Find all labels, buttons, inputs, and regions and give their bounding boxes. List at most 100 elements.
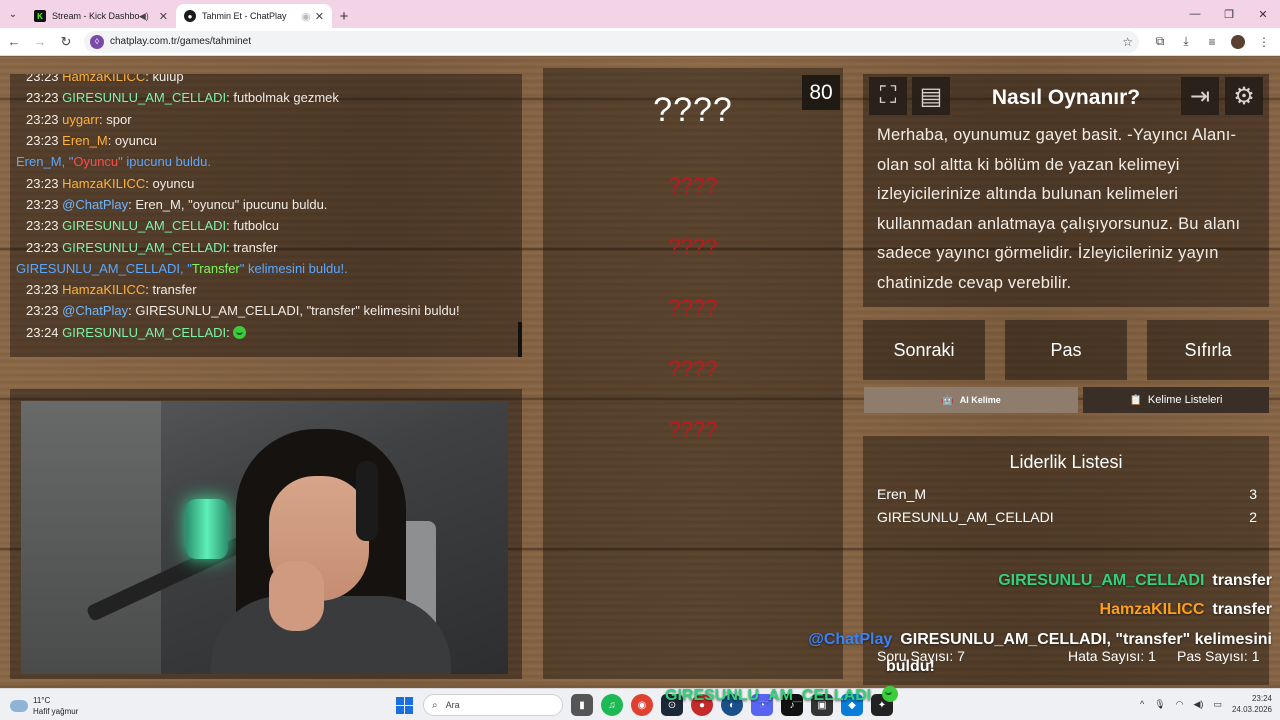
chat-message: 23:23 GIRESUNLU_AM_CELLADI: futbolmak ge… — [26, 87, 516, 108]
address-bar-row: ← → ↻ ◊ chatplay.com.tr/games/tahminet ☆… — [0, 28, 1280, 56]
emote-icon — [881, 686, 898, 702]
chat-username[interactable]: GIRESUNLU_AM_CELLADI — [62, 90, 226, 105]
leader-score: 3 — [1249, 486, 1257, 502]
chat-timestamp: 23:23 — [26, 218, 59, 234]
reload-icon[interactable]: ↻ — [54, 30, 78, 54]
spotify-icon[interactable]: ♫ — [601, 694, 623, 716]
overlay-user: GIRESUNLU_AM_CELLADI — [998, 572, 1205, 589]
more-menu-icon[interactable]: ⋮ — [1251, 34, 1277, 49]
task-view-icon[interactable]: ▮ — [571, 694, 593, 716]
ai-word-button[interactable]: 🤖 AI Kelime — [864, 387, 1078, 413]
system-text: GIRESUNLU_AM_CELLADI, " — [16, 260, 192, 276]
taskbar-search[interactable]: ⌕ Ara — [423, 694, 563, 716]
back-icon[interactable]: ← — [2, 30, 26, 54]
hint-word: ???? — [668, 417, 718, 442]
weather-widget[interactable]: 11°C Hafif yağmur — [10, 695, 78, 717]
overlay-text: GIRESUNLU_AM_CELLADI, "transfer" kelimes… — [900, 631, 1272, 648]
chat-timestamp: 23:23 — [26, 175, 59, 191]
chat-system-message: Eren_M, "Oyuncu" ipucunu buldu. — [16, 151, 516, 172]
chat-timestamp: 23:23 — [26, 239, 59, 255]
reset-button[interactable]: Sıfırla — [1147, 320, 1269, 380]
system-tray: ^ 🎙 ◠ ◀) ▭ 23:24 24.03.2026 — [1130, 693, 1272, 715]
tab-kick-dashboard[interactable]: K Stream - Kick Dashboard ◀) ✕ — [26, 4, 176, 28]
chat-message: 23:23 HamzaKILICC: oyuncu — [26, 173, 516, 194]
clock-date: 24.03.2026 — [1231, 705, 1272, 714]
word-lists-button[interactable]: 📋 Kelime Listeleri — [1083, 387, 1269, 413]
overlay-chat-line: GIRESUNLU_AM_CELLADI transfer — [998, 572, 1272, 590]
game-page: 23:23 HamzaKILICC: kulüp 23:23 GIRESUNLU_… — [0, 57, 1280, 685]
chat-username[interactable]: uygarr — [62, 112, 99, 127]
battery-icon[interactable]: ▭ — [1213, 699, 1222, 710]
wifi-icon[interactable]: ◠ — [1176, 699, 1184, 710]
chat-timestamp: 23:23 — [26, 303, 59, 319]
chat-username[interactable]: HamzaKILICC — [62, 74, 145, 84]
hint-word: ???? — [668, 173, 718, 198]
bookmark-star-icon[interactable]: ☆ — [1122, 35, 1133, 49]
weather-desc: Hafif yağmur — [33, 707, 79, 716]
minimize-icon[interactable]: — — [1178, 0, 1212, 28]
chat-text: : spor — [99, 111, 132, 127]
target-word: ???? — [653, 91, 733, 129]
overlay-user: HamzaKILICC — [1099, 601, 1205, 618]
chat-system-message: GIRESUNLU_AM_CELLADI, "Transfer" kelimes… — [16, 258, 516, 279]
chat-username[interactable]: HamzaKILICC — [62, 176, 145, 191]
new-tab-button[interactable]: + — [332, 4, 356, 28]
reading-list-icon[interactable]: ≡ — [1199, 34, 1225, 49]
url-text: chatplay.com.tr/games/tahminet — [110, 36, 251, 47]
next-button[interactable]: Sonraki — [863, 320, 985, 380]
restore-icon[interactable]: ❐ — [1212, 0, 1246, 28]
chat-message: 23:23 HamzaKILICC: kulüp — [26, 74, 516, 87]
overlay-chat-line-bottom: GIRESUNLU_AM_CELLADI — [665, 686, 898, 705]
hint-word: ???? — [668, 234, 718, 259]
volume-icon[interactable]: ◀) — [1194, 699, 1204, 710]
word-lists-label: Kelime Listeleri — [1147, 394, 1223, 406]
forward-icon[interactable]: → — [28, 30, 52, 54]
pass-button[interactable]: Pas — [1005, 320, 1127, 380]
found-word: Transfer — [191, 260, 240, 276]
chat-username[interactable]: GIRESUNLU_AM_CELLADI — [62, 218, 226, 233]
chat-username[interactable]: GIRESUNLU_AM_CELLADI — [62, 240, 226, 255]
chat-scrollbar[interactable] — [518, 322, 522, 357]
overlay-text: transfer — [1212, 572, 1272, 589]
chat-message: 23:23 uygarr: spor — [26, 109, 516, 130]
chrome-icon[interactable]: ◉ — [631, 694, 653, 716]
tab-chatplay[interactable]: ● Tahmin Et - ChatPlay ◉ ✕ — [176, 4, 332, 28]
leader-name: Eren_M — [877, 486, 927, 502]
url-field[interactable]: ◊ chatplay.com.tr/games/tahminet ☆ — [84, 30, 1139, 53]
mic-icon[interactable]: 🎙 — [1154, 699, 1165, 710]
leader-score: 2 — [1249, 509, 1257, 525]
chat-message: 23:23 @ChatPlay: Eren_M, "oyuncu" ipucun… — [26, 194, 516, 215]
ai-word-label: AI Kelime — [959, 395, 1001, 405]
download-icon[interactable]: ⤓ — [1173, 34, 1199, 49]
chat-message: 23:23 @ChatPlay: GIRESUNLU_AM_CELLADI, "… — [26, 300, 516, 321]
windows-start-icon[interactable] — [393, 694, 415, 716]
extensions-icon[interactable]: ⧉ — [1147, 34, 1173, 49]
chat-username[interactable]: Eren_M — [62, 133, 108, 148]
overlay-chat-line: @ChatPlay GIRESUNLU_AM_CELLADI, "transfer… — [808, 631, 1272, 649]
chat-message: 23:23 HamzaKILICC: transfer — [26, 279, 516, 300]
chat-timestamp: 23:23 — [26, 196, 59, 212]
cloud-rain-icon — [10, 700, 28, 712]
chat-timestamp: 23:24 — [26, 324, 59, 340]
chat-timestamp: 23:23 — [26, 282, 59, 298]
settings-gear-icon[interactable]: ⚙ — [1225, 77, 1263, 115]
clock[interactable]: 23:24 24.03.2026 — [1232, 693, 1272, 715]
leaderboard-title: Liderlik Listesi — [1009, 452, 1123, 472]
chat-username[interactable]: HamzaKILICC — [62, 282, 145, 297]
overlay-user: @ChatPlay — [808, 631, 893, 648]
chat-username[interactable]: @ChatPlay — [62, 197, 128, 212]
tab-close-icon[interactable]: ✕ — [315, 10, 324, 23]
tab-close-icon[interactable]: ✕ — [159, 10, 168, 23]
question-count: Soru Sayısı: 7 — [877, 648, 965, 664]
system-text: Eren_M, " — [16, 154, 74, 170]
speaker-icon[interactable]: ◀) — [139, 11, 149, 22]
chat-username[interactable]: GIRESUNLU_AM_CELLADI — [62, 325, 226, 340]
site-info-icon[interactable]: ◊ — [90, 34, 104, 49]
tray-chevron-icon[interactable]: ^ — [1140, 699, 1144, 709]
profile-avatar[interactable] — [1225, 34, 1251, 49]
close-window-icon[interactable]: ✕ — [1246, 0, 1280, 28]
tab-search-icon[interactable]: ⌄ — [0, 0, 26, 28]
chat-username[interactable]: @ChatPlay — [62, 303, 128, 318]
chat-panel: 23:23 HamzaKILICC: kulüp 23:23 GIRESUNLU_… — [10, 74, 522, 357]
exit-icon[interactable]: ⇥ — [1181, 77, 1219, 115]
